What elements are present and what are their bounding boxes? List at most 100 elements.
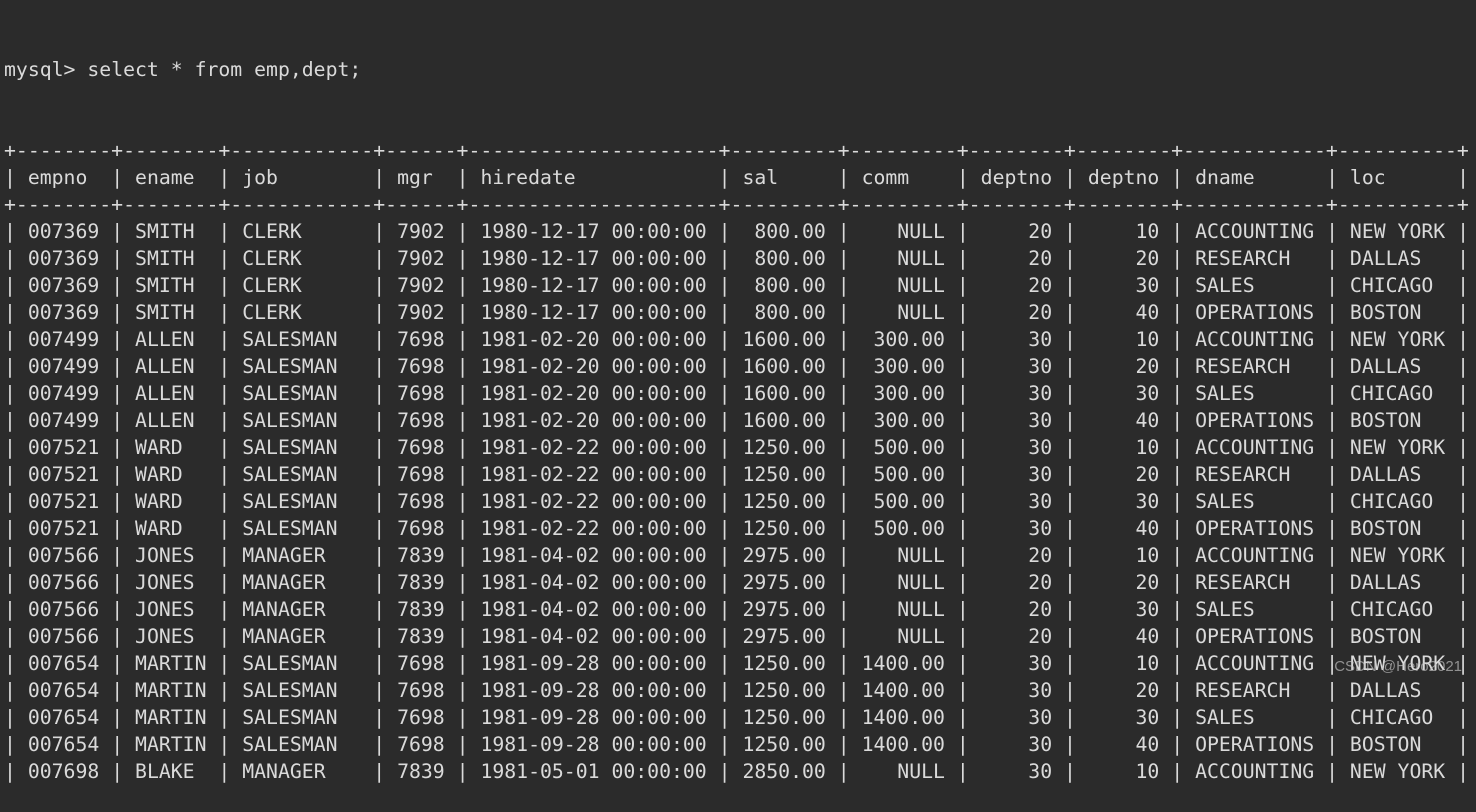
table-cell: 10 xyxy=(1087,760,1160,783)
table-cell: 007654 xyxy=(27,706,100,729)
table-row: | 007521 | WARD | SALESMAN | 7698 | 1981… xyxy=(4,490,1470,513)
table-cell: 7839 xyxy=(397,625,445,648)
table-cell: 1981-02-20 00:00:00 xyxy=(480,409,707,432)
table-cell: 007499 xyxy=(27,355,100,378)
table-cell: 7698 xyxy=(397,463,445,486)
table-cell: 1981-02-20 00:00:00 xyxy=(480,328,707,351)
table-cell: SALES xyxy=(1195,382,1315,405)
table-cell: ACCOUNTING xyxy=(1195,436,1315,459)
table-cell: ACCOUNTING xyxy=(1195,544,1315,567)
table-cell: 40 xyxy=(1087,409,1160,432)
table-cell: 20 xyxy=(980,220,1053,243)
table-cell: NEW YORK xyxy=(1349,760,1446,783)
table-cell: 20 xyxy=(980,598,1053,621)
table-cell: BOSTON xyxy=(1349,733,1446,756)
table-cell: 40 xyxy=(1087,625,1160,648)
table-cell: SALES xyxy=(1195,706,1315,729)
table-cell: SMITH xyxy=(135,274,207,297)
column-header: loc xyxy=(1349,166,1446,189)
table-row: | 007499 | ALLEN | SALESMAN | 7698 | 198… xyxy=(4,355,1470,378)
table-cell: SALESMAN xyxy=(242,733,362,756)
table-cell: 1250.00 xyxy=(742,463,826,486)
table-cell: 1600.00 xyxy=(742,355,826,378)
table-row: | 007566 | JONES | MANAGER | 7839 | 1981… xyxy=(4,625,1470,648)
table-cell: 30 xyxy=(980,517,1053,540)
table-cell: 7698 xyxy=(397,652,445,675)
table-cell: 20 xyxy=(980,274,1053,297)
table-cell: 30 xyxy=(1087,598,1160,621)
table-cell: RESEARCH xyxy=(1195,355,1315,378)
table-cell: MANAGER xyxy=(242,625,362,648)
table-cell: 7698 xyxy=(397,490,445,513)
table-cell: 1981-04-02 00:00:00 xyxy=(480,544,707,567)
table-row: | 007369 | SMITH | CLERK | 7902 | 1980-1… xyxy=(4,247,1470,270)
column-header: job xyxy=(242,166,362,189)
table-cell: 1400.00 xyxy=(861,706,945,729)
table-cell: MARTIN xyxy=(135,733,207,756)
table-border-header: +--------+--------+------------+------+-… xyxy=(4,193,1469,216)
table-cell: 007499 xyxy=(27,409,100,432)
table-cell: 1981-02-20 00:00:00 xyxy=(480,382,707,405)
table-cell: 30 xyxy=(980,760,1053,783)
table-cell: OPERATIONS xyxy=(1195,409,1315,432)
column-header: ename xyxy=(135,166,207,189)
table-cell: WARD xyxy=(135,436,207,459)
table-cell: 1981-04-02 00:00:00 xyxy=(480,571,707,594)
table-cell: 7698 xyxy=(397,409,445,432)
table-cell: 10 xyxy=(1087,220,1160,243)
table-cell: SMITH xyxy=(135,301,207,324)
table-cell: 20 xyxy=(1087,355,1160,378)
table-cell: SALESMAN xyxy=(242,328,362,351)
table-cell: CHICAGO xyxy=(1349,382,1446,405)
table-cell: MANAGER xyxy=(242,571,362,594)
table-cell: RESEARCH xyxy=(1195,463,1315,486)
table-cell: NULL xyxy=(861,220,945,243)
table-cell: CHICAGO xyxy=(1349,274,1446,297)
table-cell: BOSTON xyxy=(1349,517,1446,540)
table-cell: 30 xyxy=(980,733,1053,756)
table-cell: 7839 xyxy=(397,598,445,621)
table-cell: SALESMAN xyxy=(242,490,362,513)
table-cell: DALLAS xyxy=(1349,247,1446,270)
table-cell: 7698 xyxy=(397,706,445,729)
table-cell: BLAKE xyxy=(135,760,207,783)
table-cell: SALESMAN xyxy=(242,463,362,486)
table-cell: WARD xyxy=(135,463,207,486)
table-cell: 1981-09-28 00:00:00 xyxy=(480,652,707,675)
table-cell: CHICAGO xyxy=(1349,706,1446,729)
table-cell: 1981-04-02 00:00:00 xyxy=(480,598,707,621)
table-cell: 007654 xyxy=(27,679,100,702)
table-cell: SALES xyxy=(1195,490,1315,513)
table-cell: ALLEN xyxy=(135,355,207,378)
table-cell: JONES xyxy=(135,571,207,594)
table-cell: RESEARCH xyxy=(1195,247,1315,270)
table-row: | 007369 | SMITH | CLERK | 7902 | 1980-1… xyxy=(4,274,1470,297)
table-cell: 20 xyxy=(1087,463,1160,486)
table-row: | 007521 | WARD | SALESMAN | 7698 | 1981… xyxy=(4,463,1470,486)
table-cell: NEW YORK xyxy=(1349,328,1446,351)
column-header: deptno xyxy=(980,166,1053,189)
table-cell: 007499 xyxy=(27,328,100,351)
table-cell: NULL xyxy=(861,760,945,783)
table-cell: 1981-09-28 00:00:00 xyxy=(480,706,707,729)
table-cell: ACCOUNTING xyxy=(1195,760,1315,783)
table-cell: 007566 xyxy=(27,544,100,567)
table-cell: 1400.00 xyxy=(861,652,945,675)
table-cell: 30 xyxy=(1087,274,1160,297)
table-cell: 007654 xyxy=(27,733,100,756)
table-cell: 007566 xyxy=(27,571,100,594)
table-cell: MARTIN xyxy=(135,679,207,702)
table-cell: 1980-12-17 00:00:00 xyxy=(480,301,707,324)
table-cell: NULL xyxy=(861,247,945,270)
table-cell: 7902 xyxy=(397,274,445,297)
table-cell: NULL xyxy=(861,625,945,648)
table-cell: MARTIN xyxy=(135,706,207,729)
table-cell: 500.00 xyxy=(861,436,945,459)
table-cell: NULL xyxy=(861,544,945,567)
table-cell: 800.00 xyxy=(742,247,826,270)
table-cell: 20 xyxy=(980,625,1053,648)
table-cell: 1250.00 xyxy=(742,679,826,702)
table-cell: 800.00 xyxy=(742,220,826,243)
table-cell: 2850.00 xyxy=(742,760,826,783)
table-cell: 20 xyxy=(1087,571,1160,594)
